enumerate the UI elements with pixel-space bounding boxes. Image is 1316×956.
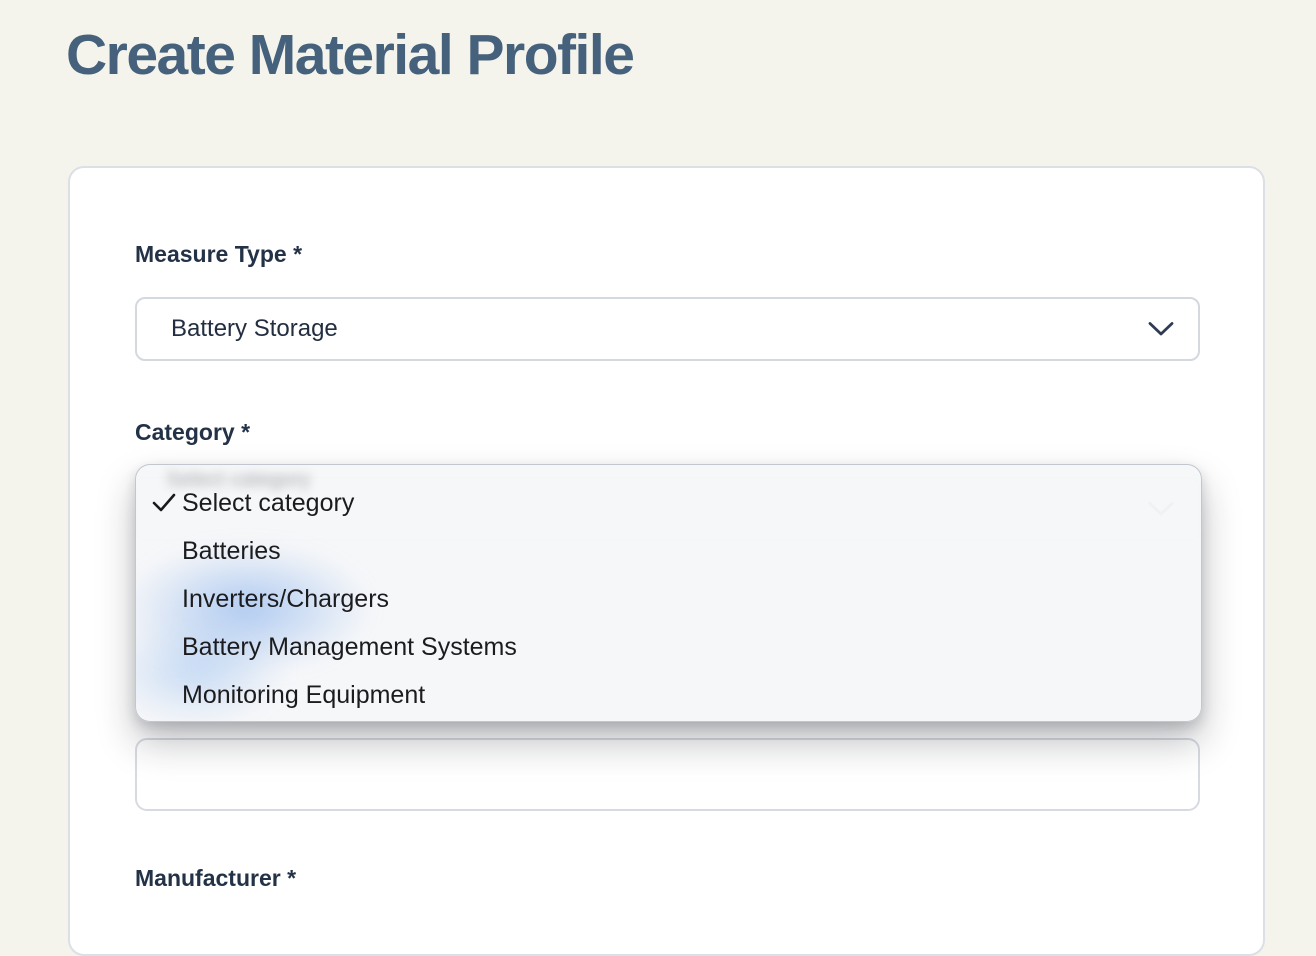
manufacturer-label: Manufacturer *	[135, 865, 296, 892]
measure-type-value: Battery Storage	[137, 315, 338, 343]
untitled-text-input[interactable]	[135, 738, 1200, 811]
checkmark-icon	[152, 493, 176, 513]
page-title: Create Material Profile	[66, 22, 633, 88]
dropdown-option-battery-management-systems[interactable]: Battery Management Systems	[136, 623, 1201, 671]
dropdown-option-batteries[interactable]: Batteries	[136, 527, 1201, 575]
dropdown-option-monitoring-equipment[interactable]: Monitoring Equipment	[136, 671, 1201, 719]
dropdown-option-label: Select category	[182, 489, 354, 518]
dropdown-option-inverters-chargers[interactable]: Inverters/Chargers	[136, 575, 1201, 623]
dropdown-option-label: Inverters/Chargers	[182, 585, 389, 614]
chevron-down-icon	[1148, 321, 1174, 337]
category-dropdown-menu: Select category Select category Batterie…	[135, 464, 1202, 722]
measure-type-select[interactable]: Battery Storage	[135, 297, 1200, 361]
dropdown-option-select-category[interactable]: Select category	[136, 479, 1201, 527]
dropdown-option-label: Battery Management Systems	[182, 633, 517, 662]
dropdown-option-label: Monitoring Equipment	[182, 681, 425, 710]
form-card: Measure Type * Battery Storage Category …	[68, 166, 1265, 956]
measure-type-label: Measure Type *	[135, 241, 302, 268]
dropdown-option-label: Batteries	[182, 537, 281, 566]
category-label: Category *	[135, 419, 250, 446]
